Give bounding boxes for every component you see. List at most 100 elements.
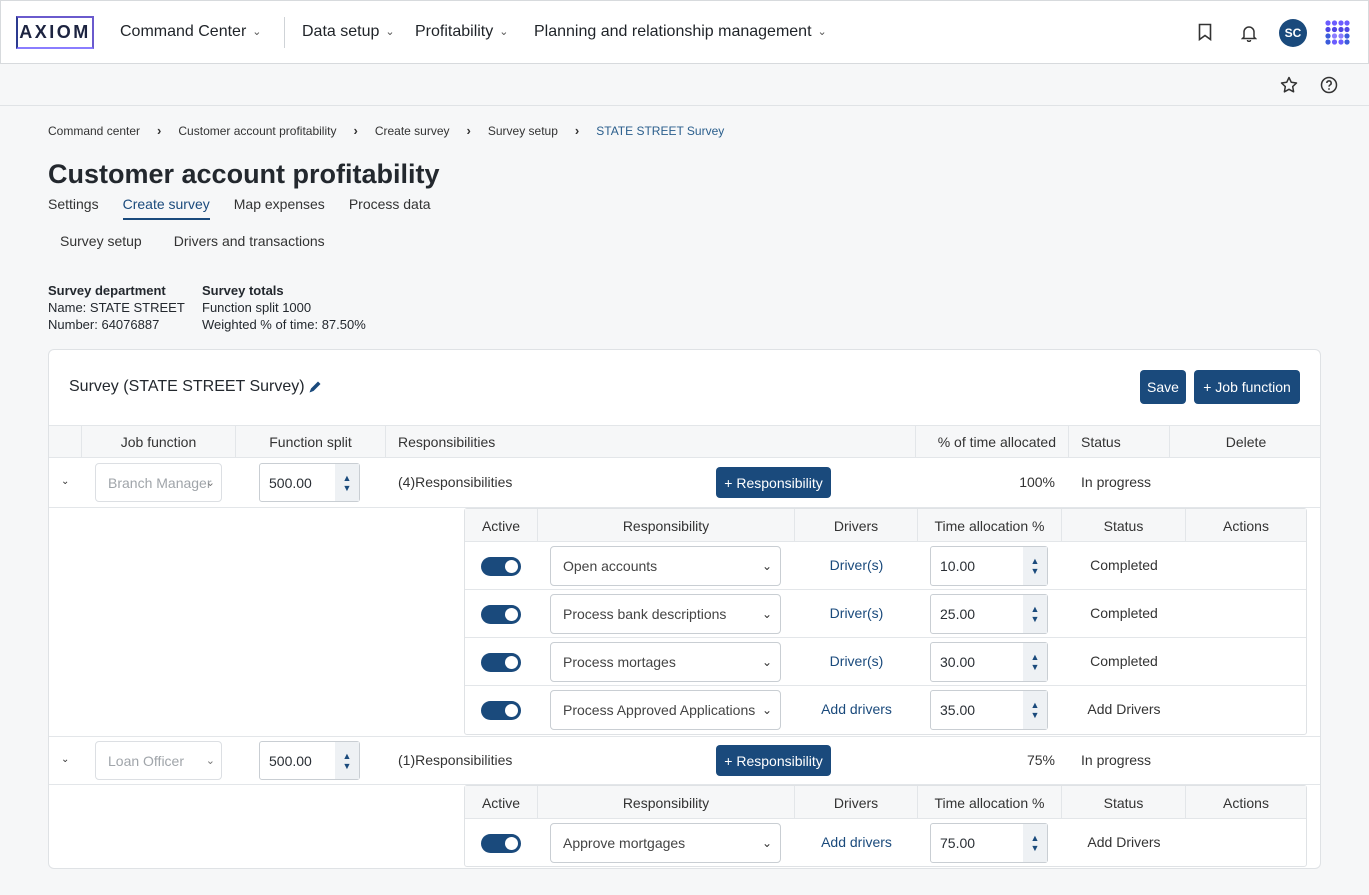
time-allocated-value: 75%	[1026, 752, 1055, 768]
responsibility-select[interactable]: Process mortages ⌄	[550, 642, 781, 682]
responsibility-select[interactable]: Open accounts ⌄	[550, 546, 781, 586]
col-actions: Actions	[1223, 517, 1269, 534]
nav-command-center[interactable]: Command Center ⌄	[120, 1, 262, 63]
responsibilities-count: (1)Responsibilities	[398, 752, 513, 768]
survey-totals-info: Survey totals Function split 1000 Weight…	[202, 282, 366, 333]
tab-process-data[interactable]: Process data	[349, 196, 431, 220]
stepper-arrows-icon[interactable]: ▲ ▼	[1023, 547, 1047, 585]
time-allocation-stepper[interactable]: 75.00 ▲ ▼	[930, 823, 1048, 863]
edit-pencil-icon[interactable]	[307, 379, 323, 395]
time-allocation-value: 10.00	[940, 558, 976, 574]
responsibility-status: Add Drivers	[1087, 834, 1161, 850]
time-allocation-value: 30.00	[940, 654, 976, 670]
tab-map-expenses[interactable]: Map expenses	[234, 196, 325, 220]
chevron-down-icon: ⌄	[761, 655, 772, 669]
nav-label: Profitability	[415, 23, 494, 40]
responsibility-row: Open accounts ⌄ Driver(s) 10.00 ▲ ▼ Complet…	[465, 542, 1306, 590]
responsibility-row: Approve mortgages ⌄ Add drivers 75.00 ▲ ▼ A…	[465, 819, 1306, 867]
time-allocated-value: 100%	[1019, 474, 1055, 490]
add-responsibility-button[interactable]: + Responsibility	[716, 467, 831, 498]
add-job-function-button[interactable]: + Job function	[1194, 370, 1300, 404]
add-responsibility-button[interactable]: + Responsibility	[716, 745, 831, 776]
responsibility-select[interactable]: Process bank descriptions ⌄	[550, 594, 781, 634]
stepper-arrows-icon[interactable]: ▲ ▼	[1023, 824, 1047, 862]
time-allocation-value: 25.00	[940, 606, 976, 622]
responsibility-row: Process mortages ⌄ Driver(s) 30.00 ▲ ▼ Comp…	[465, 638, 1306, 686]
stepper-arrows-icon[interactable]: ▲ ▼	[1023, 595, 1047, 633]
help-icon[interactable]	[1319, 75, 1339, 95]
survey-department-info: Survey department Name: STATE STREET Num…	[48, 282, 185, 333]
stepper-arrows-icon[interactable]: ▲ ▼	[1023, 691, 1047, 729]
breadcrumb-item[interactable]: Customer account profitability	[178, 124, 336, 138]
stepper-arrows-icon[interactable]: ▲ ▼	[335, 742, 359, 779]
utility-bar	[0, 64, 1369, 106]
active-toggle[interactable]	[481, 701, 521, 720]
col-job-function: Job function	[81, 426, 235, 458]
col-time-allocation: Time allocation %	[918, 786, 1062, 819]
drivers-link[interactable]: Driver(s)	[795, 605, 918, 621]
user-avatar[interactable]: SC	[1279, 19, 1307, 47]
survey-department-number: Number: 64076887	[48, 317, 160, 332]
responsibility-select[interactable]: Process Approved Applications ⌄	[550, 690, 781, 730]
time-allocation-stepper[interactable]: 10.00 ▲ ▼	[930, 546, 1048, 586]
col-inner-status: Status	[1062, 509, 1186, 542]
job-function-select: Loan Officer ⌄	[95, 741, 222, 780]
bell-icon[interactable]	[1239, 22, 1259, 44]
responsibility-select[interactable]: Approve mortgages ⌄	[550, 823, 781, 863]
page-title: Customer account profitability	[48, 159, 440, 189]
survey-title-text: Survey (STATE STREET Survey)	[69, 378, 305, 395]
axiom-logo[interactable]: AXIOM	[16, 16, 94, 49]
chevron-down-icon: ⌄	[761, 559, 772, 573]
tab-settings[interactable]: Settings	[48, 196, 99, 220]
function-split-stepper[interactable]: 500.00 ▲ ▼	[259, 741, 360, 780]
drivers-link[interactable]: Driver(s)	[795, 557, 918, 573]
survey-weighted-time: Weighted % of time: 87.50%	[202, 317, 366, 332]
nav-profitability[interactable]: Profitability ⌄	[415, 1, 508, 63]
add-drivers-link[interactable]: Add drivers	[795, 701, 918, 717]
active-toggle[interactable]	[481, 653, 521, 672]
collapse-chevron-icon[interactable]: ⌄	[61, 754, 69, 765]
star-icon[interactable]	[1279, 75, 1299, 95]
survey-card: Survey (STATE STREET Survey) Save + Job …	[48, 349, 1321, 869]
nav-data-setup[interactable]: Data setup ⌄	[302, 1, 395, 63]
col-time-allocation: Time allocation %	[918, 509, 1062, 542]
tab-create-survey[interactable]: Create survey	[122, 196, 210, 220]
responsibility-value: Open accounts	[563, 558, 658, 574]
col-active: Active	[465, 509, 538, 542]
chevron-down-icon: ⌄	[205, 477, 215, 489]
chevron-right-icon: ›	[574, 123, 580, 138]
stepper-arrows-icon[interactable]: ▲ ▼	[1023, 643, 1047, 681]
breadcrumb-item[interactable]: Command center	[48, 124, 140, 138]
active-toggle[interactable]	[481, 557, 521, 576]
col-inner-status: Status	[1062, 786, 1186, 819]
responsibility-status: Add Drivers	[1087, 701, 1161, 717]
responsibility-table-header: Active Responsibility Drivers Time alloc…	[465, 786, 1306, 819]
time-allocation-stepper[interactable]: 35.00 ▲ ▼	[930, 690, 1048, 730]
function-split-value: 500.00	[269, 474, 312, 491]
time-allocation-stepper[interactable]: 25.00 ▲ ▼	[930, 594, 1048, 634]
collapse-chevron-icon[interactable]: ⌄	[61, 476, 69, 487]
function-split-value: 500.00	[269, 752, 312, 769]
active-toggle[interactable]	[481, 605, 521, 624]
chevron-down-icon: ⌄	[205, 755, 215, 767]
chevron-down-icon: ⌄	[385, 25, 395, 38]
drivers-link[interactable]: Driver(s)	[795, 653, 918, 669]
bookmark-icon[interactable]	[1195, 21, 1215, 43]
breadcrumb-item[interactable]: Survey setup	[488, 124, 558, 138]
chevron-down-icon: ⌄	[817, 25, 827, 38]
subtab-survey-setup[interactable]: Survey setup	[60, 233, 142, 249]
subtab-drivers-transactions[interactable]: Drivers and transactions	[174, 233, 325, 249]
nav-divider	[284, 17, 285, 48]
function-split-stepper[interactable]: 500.00 ▲ ▼	[259, 463, 360, 502]
nav-planning[interactable]: Planning and relationship management ⌄	[534, 1, 827, 63]
responsibilities-count: (4)Responsibilities	[398, 474, 513, 490]
col-drivers: Drivers	[795, 509, 918, 542]
add-drivers-link[interactable]: Add drivers	[795, 834, 918, 850]
col-actions: Actions	[1223, 794, 1269, 811]
app-launcher-grid-icon[interactable]	[1324, 19, 1350, 45]
stepper-arrows-icon[interactable]: ▲ ▼	[335, 464, 359, 501]
active-toggle[interactable]	[481, 834, 521, 853]
time-allocation-stepper[interactable]: 30.00 ▲ ▼	[930, 642, 1048, 682]
breadcrumb-item[interactable]: Create survey	[375, 124, 450, 138]
save-button[interactable]: Save	[1140, 370, 1186, 404]
